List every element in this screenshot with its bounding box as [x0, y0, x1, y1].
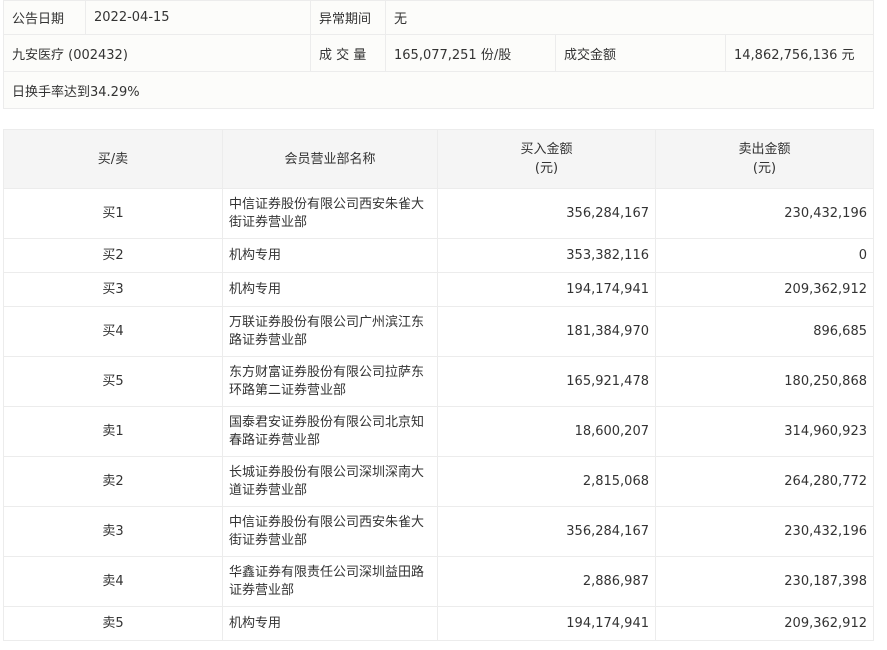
table-row: 卖3 中信证券股份有限公司西安朱雀大街证券营业部 356,284,167 230,43… — [3, 506, 874, 557]
buy-amount-cell: 2,886,987 — [437, 556, 656, 607]
seat-name-cell: 机构专用 — [222, 272, 438, 307]
buy-amount-cell: 194,174,941 — [437, 272, 656, 307]
table-row: 卖4 华鑫证券有限责任公司深圳益田路证券营业部 2,886,987 230,187,3… — [3, 556, 874, 607]
side-cell: 买2 — [3, 238, 223, 273]
amount-value: 14,862,756,136 元 — [724, 34, 875, 72]
seat-name-cell: 长城证券股份有限公司深圳深南大道证券营业部 — [222, 456, 438, 507]
sell-amount-cell: 209,362,912 — [655, 272, 874, 307]
header-side: 买/卖 — [3, 129, 223, 189]
seat-name-cell: 东方财富证券股份有限公司拉萨东环路第二证券营业部 — [222, 356, 438, 407]
volume-value: 165,077,251 份/股 — [385, 34, 556, 72]
table-row: 买5 东方财富证券股份有限公司拉萨东环路第二证券营业部 165,921,478 180… — [3, 356, 874, 407]
table-row: 买2 机构专用 353,382,116 0 — [3, 238, 874, 273]
period-value: 无 — [384, 0, 875, 35]
side-cell: 卖1 — [3, 406, 223, 457]
table-row: 卖5 机构专用 194,174,941 209,362,912 — [3, 606, 874, 641]
side-cell: 买1 — [3, 188, 223, 239]
stock-name: 九安医疗 (002432) — [3, 34, 311, 72]
date-value: 2022-04-15 — [85, 0, 311, 35]
header-sell: 卖出金额 (元) — [655, 129, 874, 189]
trading-seats-table: 买/卖 会员营业部名称 买入金额 (元) 卖出金额 (元) 买1 中信证券股份有限… — [3, 129, 874, 641]
table-row: 卖1 国泰君安证券股份有限公司北京知春路证券营业部 18,600,207 314,96… — [3, 406, 874, 457]
reason: 日换手率达到34.29% — [2, 71, 875, 109]
side-cell: 买5 — [3, 356, 223, 407]
sell-amount-cell: 0 — [655, 238, 874, 273]
sell-amount-cell: 180,250,868 — [655, 356, 874, 407]
table-row: 买3 机构专用 194,174,941 209,362,912 — [3, 272, 874, 307]
header-buy: 买入金额 (元) — [437, 129, 656, 189]
side-cell: 卖5 — [3, 606, 223, 641]
sell-amount-cell: 209,362,912 — [655, 606, 874, 641]
buy-amount-cell: 18,600,207 — [437, 406, 656, 457]
amount-label: 成交金额 — [555, 34, 726, 72]
buy-amount-cell: 2,815,068 — [437, 456, 656, 507]
sell-amount-cell: 230,432,196 — [655, 506, 874, 557]
seat-name-cell: 机构专用 — [222, 606, 438, 641]
seat-name-cell: 华鑫证券有限责任公司深圳益田路证券营业部 — [222, 556, 438, 607]
sell-amount-cell: 314,960,923 — [655, 406, 874, 457]
table-row: 买1 中信证券股份有限公司西安朱雀大街证券营业部 356,284,167 230,43… — [3, 188, 874, 239]
buy-amount-cell: 181,384,970 — [437, 306, 656, 357]
side-cell: 买3 — [3, 272, 223, 307]
buy-amount-cell: 194,174,941 — [437, 606, 656, 641]
table-row: 买4 万联证券股份有限公司广州滨江东路证券营业部 181,384,970 896,68… — [3, 306, 874, 357]
sell-amount-cell: 264,280,772 — [655, 456, 874, 507]
volume-label: 成 交 量 — [310, 34, 386, 72]
header-name: 会员营业部名称 — [222, 129, 438, 189]
announcement-info-table: 公告日期 2022-04-15 异常期间 无 九安医疗 (002432) 成 交… — [2, 0, 875, 109]
sell-amount-cell: 230,432,196 — [655, 188, 874, 239]
buy-amount-cell: 356,284,167 — [437, 188, 656, 239]
seat-name-cell: 中信证券股份有限公司西安朱雀大街证券营业部 — [222, 506, 438, 557]
buy-amount-cell: 165,921,478 — [437, 356, 656, 407]
seat-name-cell: 机构专用 — [222, 238, 438, 273]
seat-name-cell: 国泰君安证券股份有限公司北京知春路证券营业部 — [222, 406, 438, 457]
period-label: 异常期间 — [310, 0, 386, 35]
date-label: 公告日期 — [3, 0, 86, 35]
side-cell: 卖2 — [3, 456, 223, 507]
sell-amount-cell: 896,685 — [655, 306, 874, 357]
side-cell: 卖3 — [3, 506, 223, 557]
buy-amount-cell: 356,284,167 — [437, 506, 656, 557]
side-cell: 买4 — [3, 306, 223, 357]
table-row: 卖2 长城证券股份有限公司深圳深南大道证券营业部 2,815,068 264,280,… — [3, 456, 874, 507]
sell-amount-cell: 230,187,398 — [655, 556, 874, 607]
buy-amount-cell: 353,382,116 — [437, 238, 656, 273]
side-cell: 卖4 — [3, 556, 223, 607]
seat-name-cell: 中信证券股份有限公司西安朱雀大街证券营业部 — [222, 188, 438, 239]
seat-name-cell: 万联证券股份有限公司广州滨江东路证券营业部 — [222, 306, 438, 357]
